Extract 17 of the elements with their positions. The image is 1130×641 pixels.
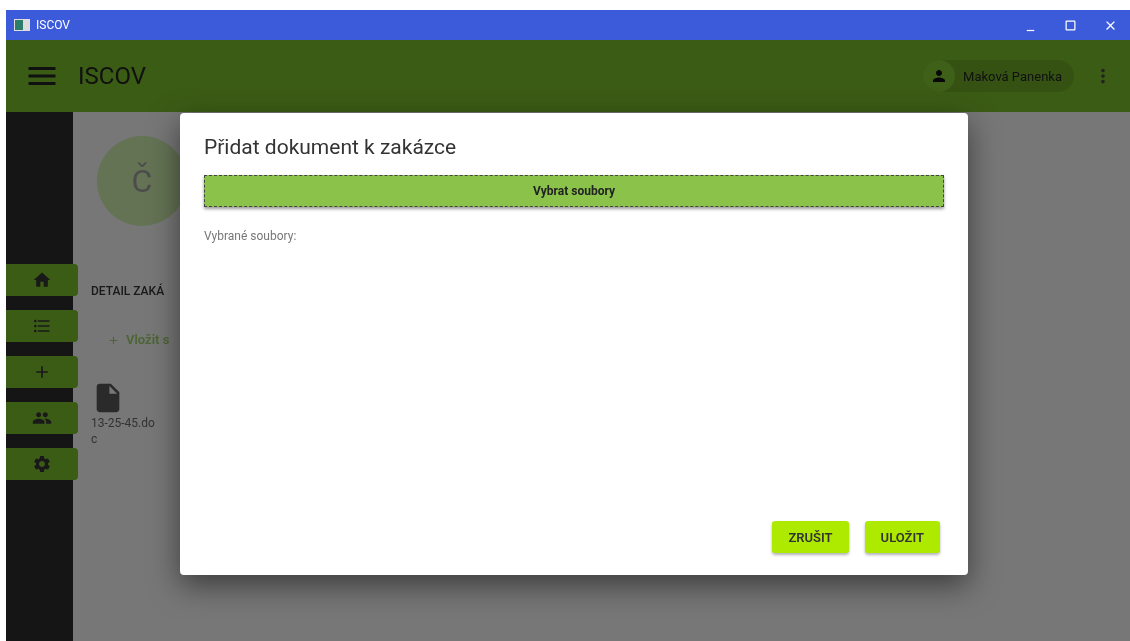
select-files-button[interactable]: Vybrat soubory	[204, 175, 944, 207]
home-icon	[32, 270, 52, 290]
app-title: ISCOV	[78, 62, 146, 90]
sidebar-button[interactable]	[6, 310, 78, 342]
cancel-button[interactable]: ZRUŠIT	[772, 521, 849, 553]
save-button[interactable]: ULOŽIT	[864, 521, 940, 553]
app-logo-icon	[14, 19, 30, 31]
dialog-title: Přidat dokument k zakázce	[204, 135, 458, 159]
settings-icon	[32, 454, 52, 474]
user-icon	[923, 60, 956, 92]
file-name: 13-25-45.doc	[91, 415, 156, 448]
selected-files-label: Vybrané soubory:	[204, 229, 298, 243]
sidebar-button[interactable]	[6, 264, 78, 296]
sidebar-button[interactable]	[6, 448, 78, 480]
window-title: ISCOV	[36, 18, 70, 32]
section-title: DETAIL ZAKÁ	[91, 284, 165, 298]
sidebar-button[interactable]	[6, 402, 78, 434]
